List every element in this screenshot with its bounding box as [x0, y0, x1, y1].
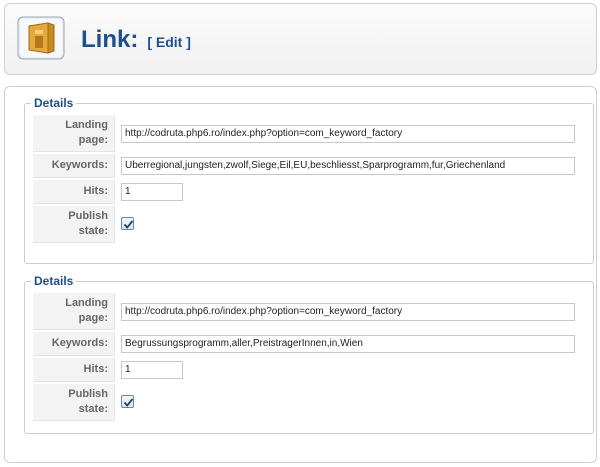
keywords-input[interactable]: Begrussungsprogramm,aller,PreistragerInn…: [121, 335, 575, 353]
folder-link-icon: [15, 14, 67, 62]
section-legend: Details: [34, 96, 74, 110]
publish-state-label: Publish state:: [33, 206, 115, 243]
details-form-table: Landing page: http://codruta.php6.ro/ind…: [31, 113, 587, 245]
hits-input[interactable]: 1: [121, 361, 183, 379]
form-row-publish: Publish state:: [33, 206, 585, 243]
form-row-keywords: Keywords: Uberregional,jungsten,zwolf,Si…: [33, 154, 585, 178]
keywords-input[interactable]: Uberregional,jungsten,zwolf,Siege,Eil,EU…: [121, 157, 575, 175]
hits-label: Hits:: [33, 180, 115, 204]
checkmark-icon: [123, 397, 134, 407]
keywords-label: Keywords:: [33, 332, 115, 356]
details-section-2: Details Landing page: http://codruta.php…: [24, 274, 594, 434]
form-row-hits: Hits: 1: [33, 180, 585, 204]
publish-state-checkbox[interactable]: [121, 394, 134, 408]
hits-input[interactable]: 1: [121, 183, 183, 201]
landing-page-label: Landing page:: [33, 115, 115, 152]
page-header: Link: [ Edit ]: [4, 3, 597, 75]
hits-label: Hits:: [33, 358, 115, 382]
section-legend: Details: [34, 274, 74, 288]
form-row-hits: Hits: 1: [33, 358, 585, 382]
form-row-landing: Landing page: http://codruta.php6.ro/ind…: [33, 115, 585, 152]
publish-state-checkbox[interactable]: [121, 216, 134, 230]
form-row-keywords: Keywords: Begrussungsprogramm,aller,Prei…: [33, 332, 585, 356]
details-form-table: Landing page: http://codruta.php6.ro/ind…: [31, 291, 587, 423]
form-row-landing: Landing page: http://codruta.php6.ro/ind…: [33, 293, 585, 330]
checkmark-icon: [123, 219, 134, 229]
publish-state-label: Publish state:: [33, 384, 115, 421]
landing-page-label: Landing page:: [33, 293, 115, 330]
edit-mode-label: [ Edit ]: [147, 34, 191, 50]
landing-page-input[interactable]: http://codruta.php6.ro/index.php?option=…: [121, 124, 575, 143]
landing-page-input[interactable]: http://codruta.php6.ro/index.php?option=…: [121, 302, 575, 321]
page-title: Link:: [81, 26, 139, 53]
keywords-label: Keywords:: [33, 154, 115, 178]
details-section-1: Details Landing page: http://codruta.php…: [24, 96, 594, 264]
form-row-publish: Publish state:: [33, 384, 585, 421]
